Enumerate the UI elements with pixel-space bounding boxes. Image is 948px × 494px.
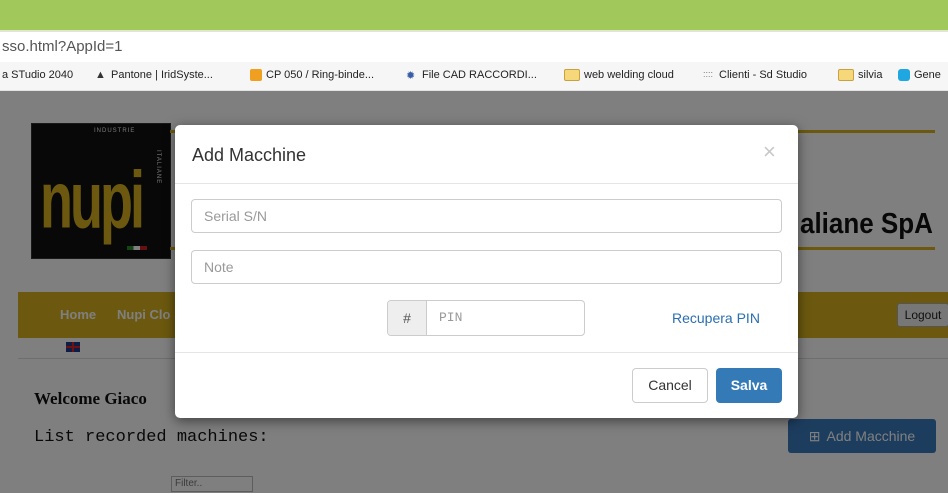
pin-input[interactable]: PIN <box>427 301 584 335</box>
browser-divider <box>0 30 948 32</box>
add-machine-modal: Add Macchine × Serial S/N Note # PIN Rec… <box>175 125 798 418</box>
folder-icon <box>564 69 580 81</box>
bookmark-item[interactable]: ▲ Pantone | IridSyste... <box>95 69 213 81</box>
modal-title: Add Macchine <box>192 145 307 165</box>
pin-input-group: # PIN <box>387 300 585 336</box>
bookmark-item[interactable]: silvia <box>838 69 882 81</box>
modal-header-divider <box>175 183 798 184</box>
bookmark-item[interactable]: :::: Clienti - Sd Studio <box>703 69 807 81</box>
apps-icon: :::: <box>703 69 714 79</box>
close-icon[interactable]: × <box>763 139 776 165</box>
gear-icon: ✹ <box>406 70 416 82</box>
folder-icon <box>838 69 854 81</box>
recover-pin-link[interactable]: Recupera PIN <box>672 310 760 326</box>
modal-footer-divider <box>175 352 798 353</box>
bookmark-item[interactable]: Gene <box>898 69 941 81</box>
bookmark-item[interactable]: CP 050 / Ring-binde... <box>250 69 374 81</box>
note-input[interactable]: Note <box>191 250 782 284</box>
hat-icon: ▲ <box>95 69 106 81</box>
bookmarks-bar: a STudio 2040 ▲ Pantone | IridSyste... C… <box>0 62 948 91</box>
serial-input[interactable]: Serial S/N <box>191 199 782 233</box>
url-text[interactable]: sso.html?AppId=1 <box>2 38 123 55</box>
app-favicon-icon <box>898 69 910 81</box>
browser-top-bar <box>0 0 948 30</box>
bookmark-item[interactable]: a STudio 2040 <box>2 69 73 81</box>
bookmark-item[interactable]: web welding cloud <box>564 69 674 81</box>
bookmark-favicon-icon <box>250 69 262 81</box>
bookmark-item[interactable]: ✹ File CAD RACCORDI... <box>406 69 537 82</box>
hash-addon: # <box>388 301 427 335</box>
address-bar[interactable]: sso.html?AppId=1 <box>0 34 948 60</box>
cancel-button[interactable]: Cancel <box>632 368 708 403</box>
save-button[interactable]: Salva <box>716 368 782 403</box>
